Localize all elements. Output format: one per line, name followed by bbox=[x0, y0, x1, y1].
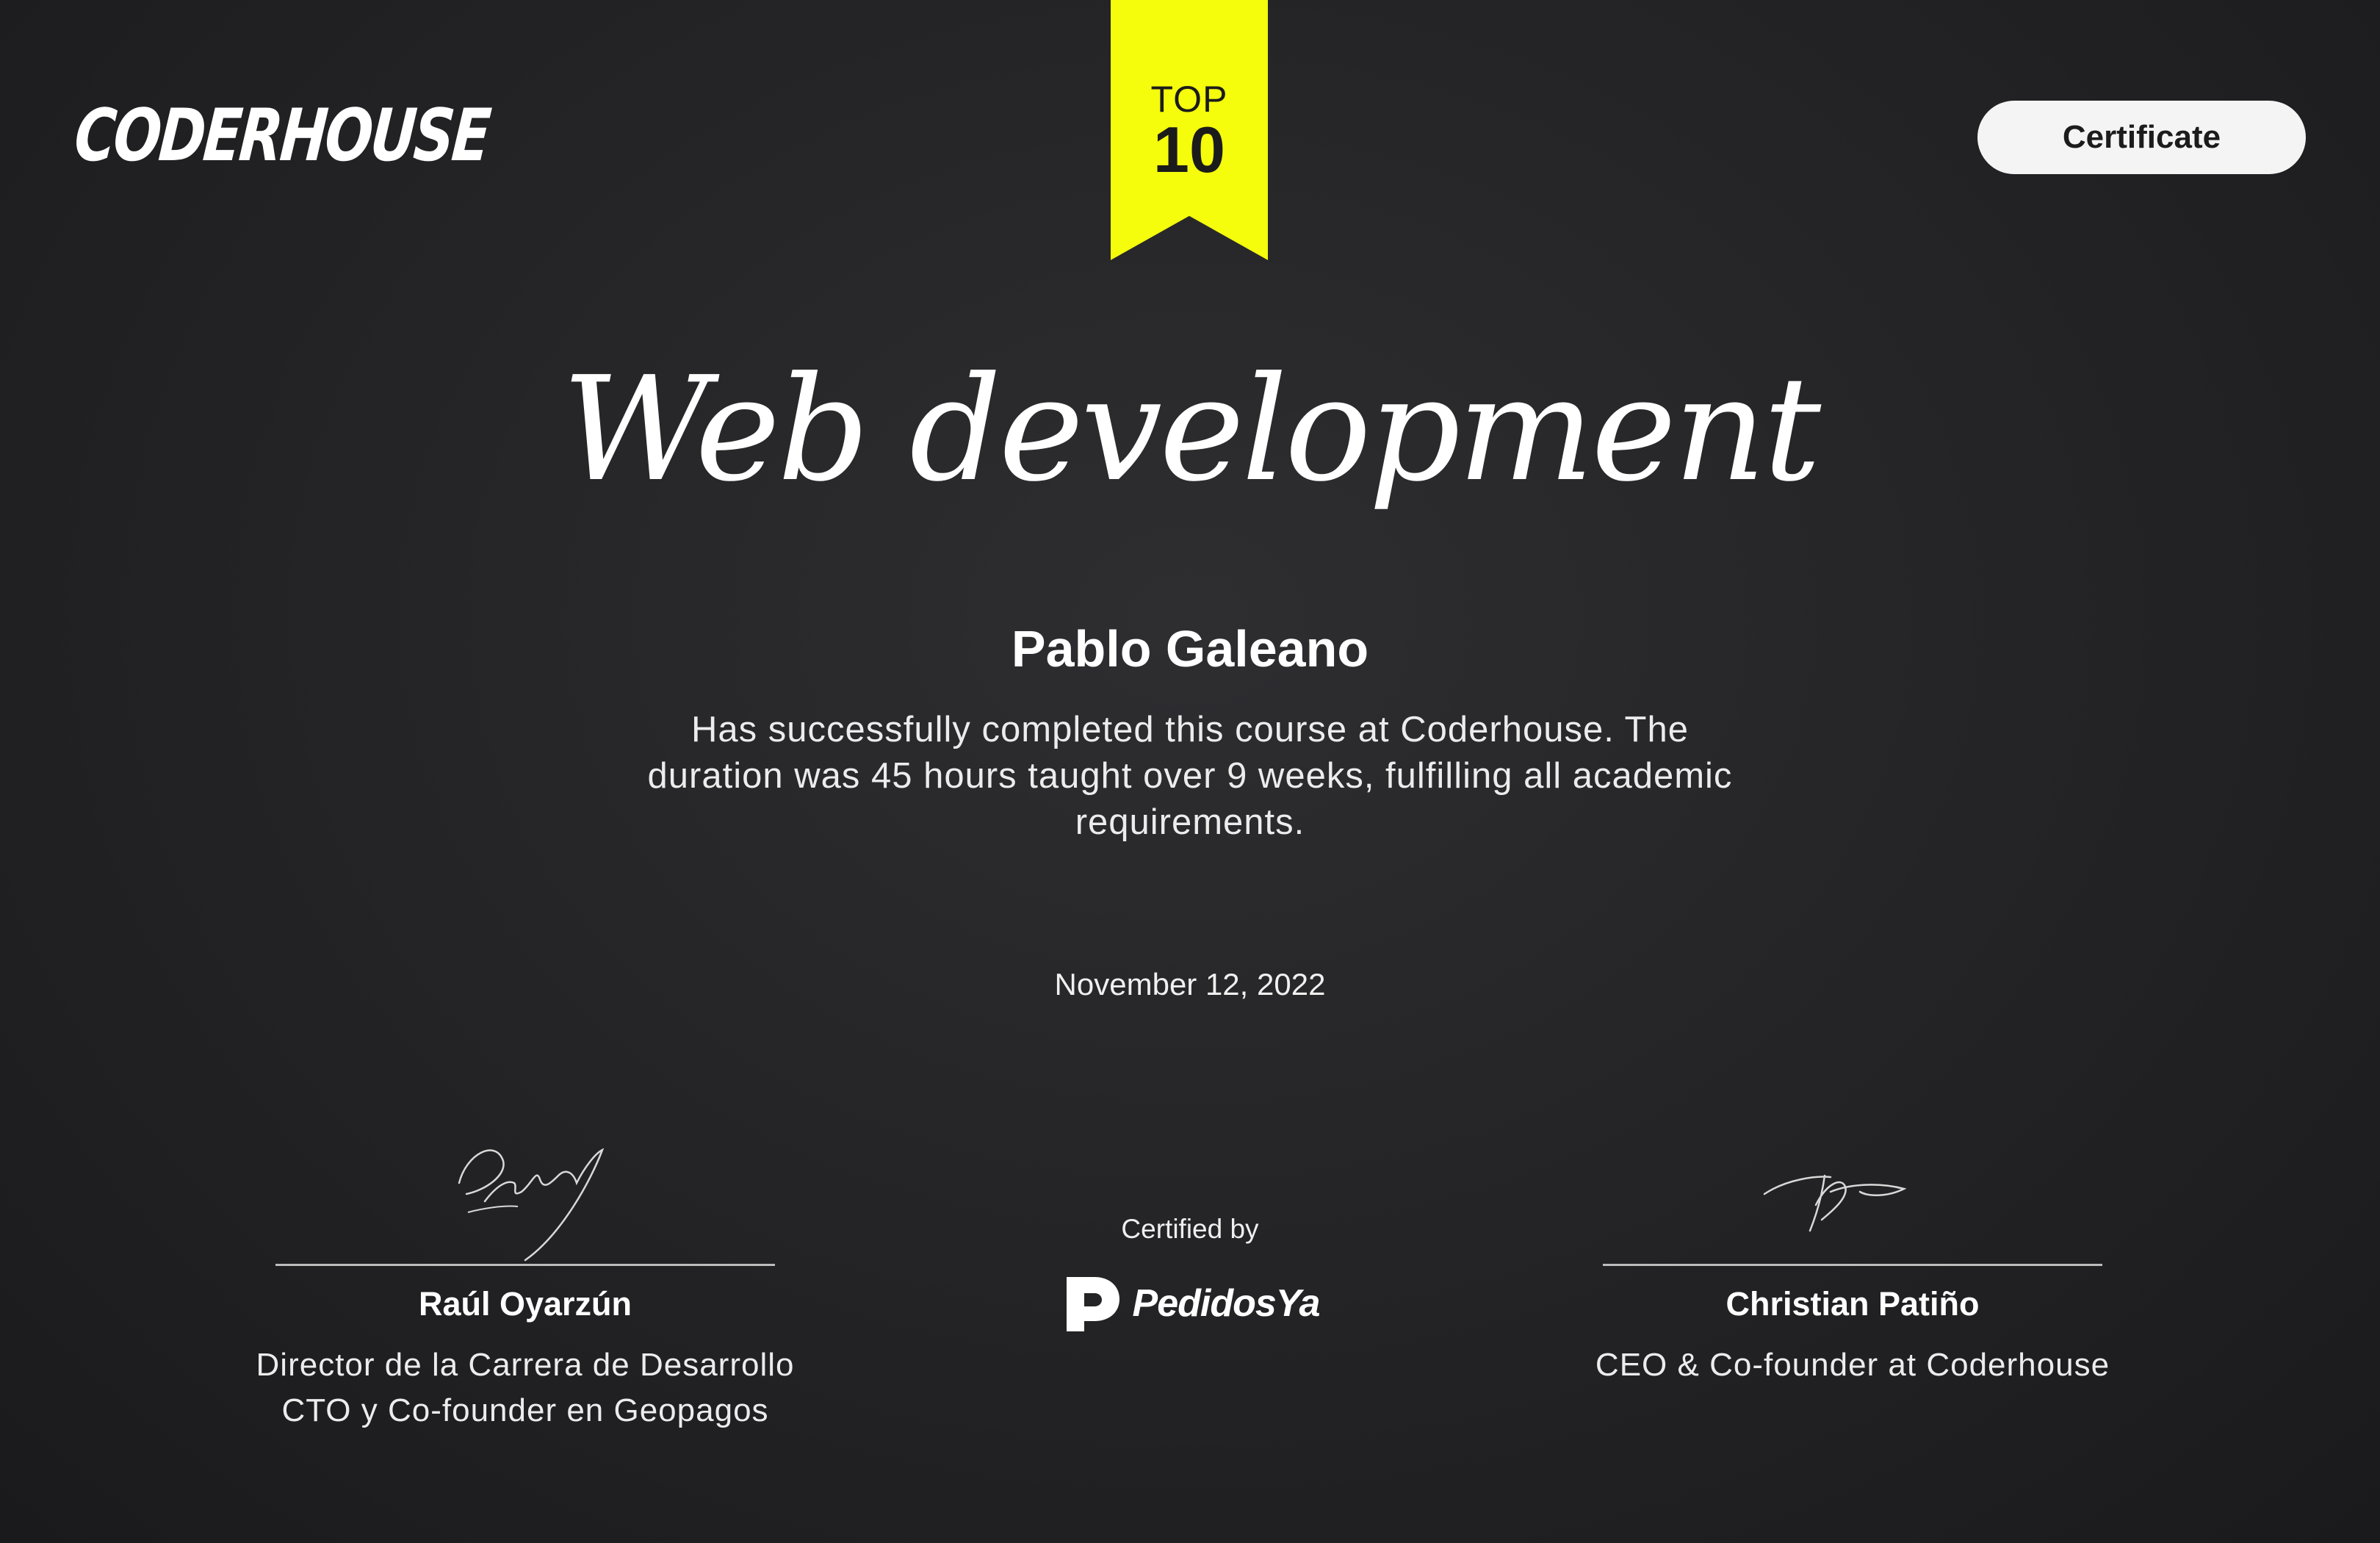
completion-date: November 12, 2022 bbox=[1054, 967, 1326, 1001]
signer-raul-oyarzun: Raúl Oyarzún Director de la Carrera de D… bbox=[195, 1109, 856, 1434]
certified-by-section: Certified by PedidosYa bbox=[970, 1211, 1410, 1334]
pedidosya-logo: PedidosYa bbox=[970, 1273, 1410, 1334]
coderhouse-logo: CODERHOUSE bbox=[71, 94, 492, 178]
course-title: Web development bbox=[561, 346, 1821, 514]
certified-by-label: Certified by bbox=[1121, 1214, 1259, 1244]
signer-role: CEO & Co-founder at Coderhouse bbox=[1522, 1342, 2183, 1388]
signer-role-line: CTO y Co-founder en Geopagos bbox=[281, 1392, 769, 1428]
signer-role-line: Director de la Carrera de Desarrollo bbox=[256, 1347, 795, 1383]
signer-name: Raúl Oyarzún bbox=[418, 1285, 632, 1323]
signer-role-line: CEO & Co-founder at Coderhouse bbox=[1595, 1347, 2110, 1383]
partner-name: PedidosYa bbox=[1132, 1282, 1321, 1325]
student-name: Pablo Galeano bbox=[1011, 620, 1369, 677]
signer-name: Christian Patiño bbox=[1726, 1285, 1980, 1323]
signer-christian-patino: Christian Patiño CEO & Co-founder at Cod… bbox=[1522, 1109, 2183, 1388]
badge-rank-number: 10 bbox=[1153, 113, 1225, 186]
badge-top-label: TOP bbox=[1150, 79, 1228, 120]
signature-raul-oyarzun-icon bbox=[458, 1148, 605, 1262]
top-10-ribbon-badge: TOP 10 bbox=[1111, 0, 1268, 260]
signature-line bbox=[275, 1264, 775, 1266]
certificate-button[interactable]: Certificate bbox=[1977, 101, 2306, 174]
pedidosya-p-icon bbox=[1066, 1277, 1119, 1331]
completion-description: Has successfully completed this course a… bbox=[647, 710, 1733, 842]
signature-line bbox=[1603, 1264, 2102, 1266]
signer-role: Director de la Carrera de Desarrollo CTO… bbox=[195, 1342, 856, 1434]
signature-christian-patino-icon bbox=[1763, 1174, 1907, 1232]
